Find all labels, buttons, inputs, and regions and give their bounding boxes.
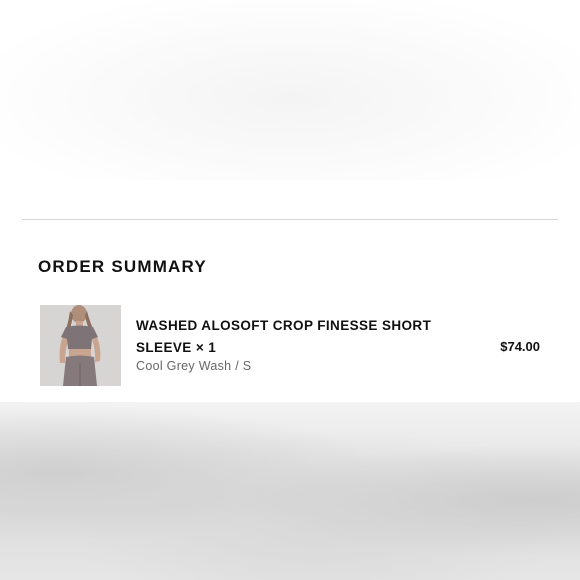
order-line-item: WASHED ALOSOFT CROP FINESSE SHORT SLEEVE… <box>40 305 540 387</box>
item-name-line-1: WASHED ALOSOFT CROP FINESSE SHORT <box>136 318 432 333</box>
blurred-page-background-bottom <box>0 402 580 580</box>
blurred-page-background-top <box>0 0 580 180</box>
item-name[interactable]: WASHED ALOSOFT CROP FINESSE SHORT SLEEVE… <box>136 315 456 359</box>
product-thumbnail[interactable] <box>40 305 121 386</box>
section-divider <box>22 219 558 220</box>
item-variant: Cool Grey Wash / S <box>136 359 252 373</box>
item-name-line-2: SLEEVE × 1 <box>136 340 217 355</box>
order-summary-heading: ORDER SUMMARY <box>38 257 207 276</box>
item-price: $74.00 <box>500 339 540 354</box>
product-photo-image <box>40 305 121 386</box>
